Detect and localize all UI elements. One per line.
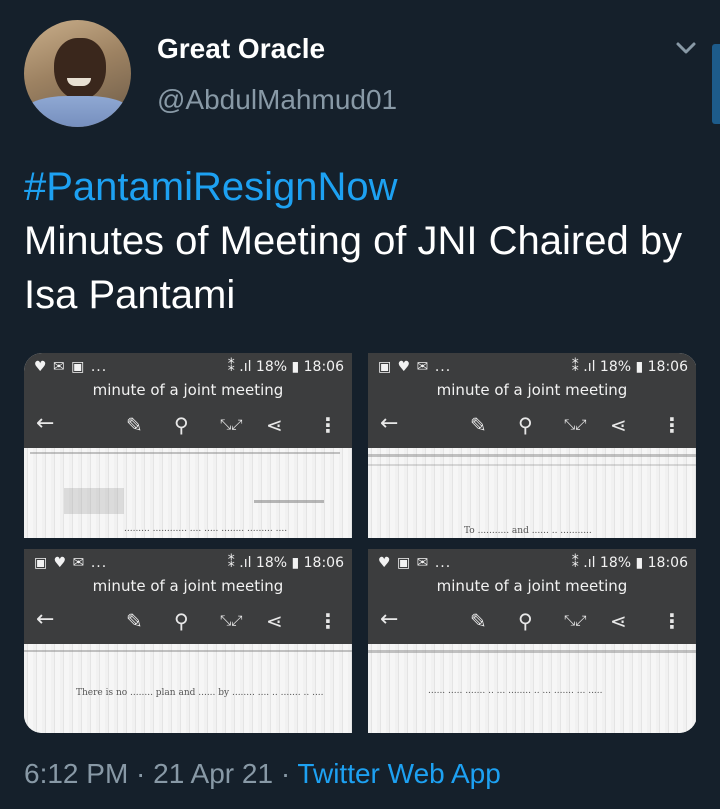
display-name[interactable]: Great Oracle: [157, 33, 325, 65]
status-icons: ▣ ♥ ✉ ...: [378, 359, 452, 375]
media-image-1[interactable]: ♥ ✉ ▣ ... ⁑ .ıl 18% ▮ 18:06 minute of a …: [24, 353, 352, 538]
source-app-link[interactable]: Twitter Web App: [297, 758, 500, 789]
document-title: minute of a joint meeting: [92, 577, 284, 595]
page-stamp: [64, 488, 124, 514]
status-bar: ♥ ▣ ✉ ... ⁑ .ıl 18% ▮ 18:06: [378, 555, 688, 573]
status-bar: ▣ ♥ ✉ ... ⁑ .ıl 18% ▮ 18:06: [378, 359, 688, 377]
search-icon: ⚲: [174, 413, 189, 437]
avatar-face: [54, 38, 106, 100]
back-arrow-icon: ←: [380, 607, 399, 632]
scrollbar[interactable]: [712, 44, 720, 124]
status-battery-time: ⁑ .ıl 18% ▮ 18:06: [571, 555, 688, 571]
expand-icon: ⤡⤢: [220, 613, 243, 629]
expand-icon: ⤡⤢: [564, 613, 587, 629]
status-battery-time: ⁑ .ıl 18% ▮ 18:06: [227, 359, 344, 375]
viewer-toolbar: ← ✎ ⚲ ⤡⤢ ⋖ ⋮: [24, 407, 352, 441]
page-rule: [24, 650, 352, 652]
page-signature: [254, 500, 324, 503]
edit-icon: ✎: [126, 413, 143, 437]
status-battery-time: ⁑ .ıl 18% ▮ 18:06: [571, 359, 688, 375]
document-page: There is no ........ plan and ...... by …: [24, 644, 352, 733]
expand-icon: ⤡⤢: [220, 417, 243, 433]
page-text: There is no ........ plan and ...... by …: [76, 688, 324, 698]
page-rule: [368, 454, 696, 457]
share-icon: ⋖: [266, 609, 283, 633]
expand-icon: ⤡⤢: [564, 417, 587, 433]
document-title: minute of a joint meeting: [436, 577, 628, 595]
timestamp[interactable]: 6:12 PM · 21 Apr 21 ·: [24, 758, 297, 789]
search-icon: ⚲: [518, 413, 533, 437]
status-battery-time: ⁑ .ıl 18% ▮ 18:06: [227, 555, 344, 571]
edit-icon: ✎: [470, 609, 487, 633]
chevron-down-icon[interactable]: [672, 36, 700, 60]
document-page: ......... ............ .... ..... ......…: [24, 448, 352, 538]
status-icons: ♥ ▣ ✉ ...: [378, 555, 452, 571]
status-bar: ▣ ♥ ✉ ... ⁑ .ıl 18% ▮ 18:06: [34, 555, 344, 573]
page-rule: [368, 650, 696, 653]
back-arrow-icon: ←: [36, 607, 55, 632]
search-icon: ⚲: [518, 609, 533, 633]
app-header: ▣ ♥ ✉ ... ⁑ .ıl 18% ▮ 18:06 minute of a …: [368, 353, 696, 448]
user-handle[interactable]: @AbdulMahmud01: [157, 84, 397, 116]
edit-icon: ✎: [470, 413, 487, 437]
status-bar: ♥ ✉ ▣ ... ⁑ .ıl 18% ▮ 18:06: [34, 359, 344, 377]
app-header: ▣ ♥ ✉ ... ⁑ .ıl 18% ▮ 18:06 minute of a …: [24, 549, 352, 644]
back-arrow-icon: ←: [36, 411, 55, 436]
page-text: ...... ..... ....... .. ... ........ .. …: [428, 686, 603, 696]
app-header: ♥ ▣ ✉ ... ⁑ .ıl 18% ▮ 18:06 minute of a …: [368, 549, 696, 644]
media-image-3[interactable]: ▣ ♥ ✉ ... ⁑ .ıl 18% ▮ 18:06 minute of a …: [24, 549, 352, 733]
share-icon: ⋖: [610, 609, 627, 633]
app-header: ♥ ✉ ▣ ... ⁑ .ıl 18% ▮ 18:06 minute of a …: [24, 353, 352, 448]
search-icon: ⚲: [174, 609, 189, 633]
page-text: To ........... and ...... .. ...........: [464, 526, 592, 536]
status-icons: ▣ ♥ ✉ ...: [34, 555, 108, 571]
page-rule: [368, 464, 696, 466]
viewer-toolbar: ← ✎ ⚲ ⤡⤢ ⋖ ⋮: [368, 407, 696, 441]
page-rule: [30, 452, 340, 454]
media-image-4[interactable]: ♥ ▣ ✉ ... ⁑ .ıl 18% ▮ 18:06 minute of a …: [368, 549, 696, 733]
page-text: ......... ............ .... ..... ......…: [124, 524, 288, 534]
hashtag-link[interactable]: #PantamiResignNow: [24, 160, 704, 214]
more-icon: ⋮: [662, 413, 682, 437]
media-image-2[interactable]: ▣ ♥ ✉ ... ⁑ .ıl 18% ▮ 18:06 minute of a …: [368, 353, 696, 538]
media-grid: ♥ ✉ ▣ ... ⁑ .ıl 18% ▮ 18:06 minute of a …: [24, 353, 697, 733]
document-page: To ........... and ...... .. ...........: [368, 448, 696, 538]
more-icon: ⋮: [318, 413, 338, 437]
document-title: minute of a joint meeting: [436, 381, 628, 399]
more-icon: ⋮: [662, 609, 682, 633]
viewer-toolbar: ← ✎ ⚲ ⤡⤢ ⋖ ⋮: [24, 603, 352, 637]
viewer-toolbar: ← ✎ ⚲ ⤡⤢ ⋖ ⋮: [368, 603, 696, 637]
tweet-meta: 6:12 PM · 21 Apr 21 · Twitter Web App: [24, 758, 501, 790]
edit-icon: ✎: [126, 609, 143, 633]
user-avatar[interactable]: [24, 20, 131, 127]
back-arrow-icon: ←: [380, 411, 399, 436]
document-title: minute of a joint meeting: [92, 381, 284, 399]
more-icon: ⋮: [318, 609, 338, 633]
avatar-shirt: [24, 96, 131, 127]
document-page: ...... ..... ....... .. ... ........ .. …: [368, 644, 696, 733]
status-icons: ♥ ✉ ▣ ...: [34, 359, 108, 375]
tweet-body: Minutes of Meeting of JNI Chaired by Isa…: [24, 219, 683, 317]
share-icon: ⋖: [266, 413, 283, 437]
tweet-text: #PantamiResignNow Minutes of Meeting of …: [24, 160, 704, 322]
share-icon: ⋖: [610, 413, 627, 437]
